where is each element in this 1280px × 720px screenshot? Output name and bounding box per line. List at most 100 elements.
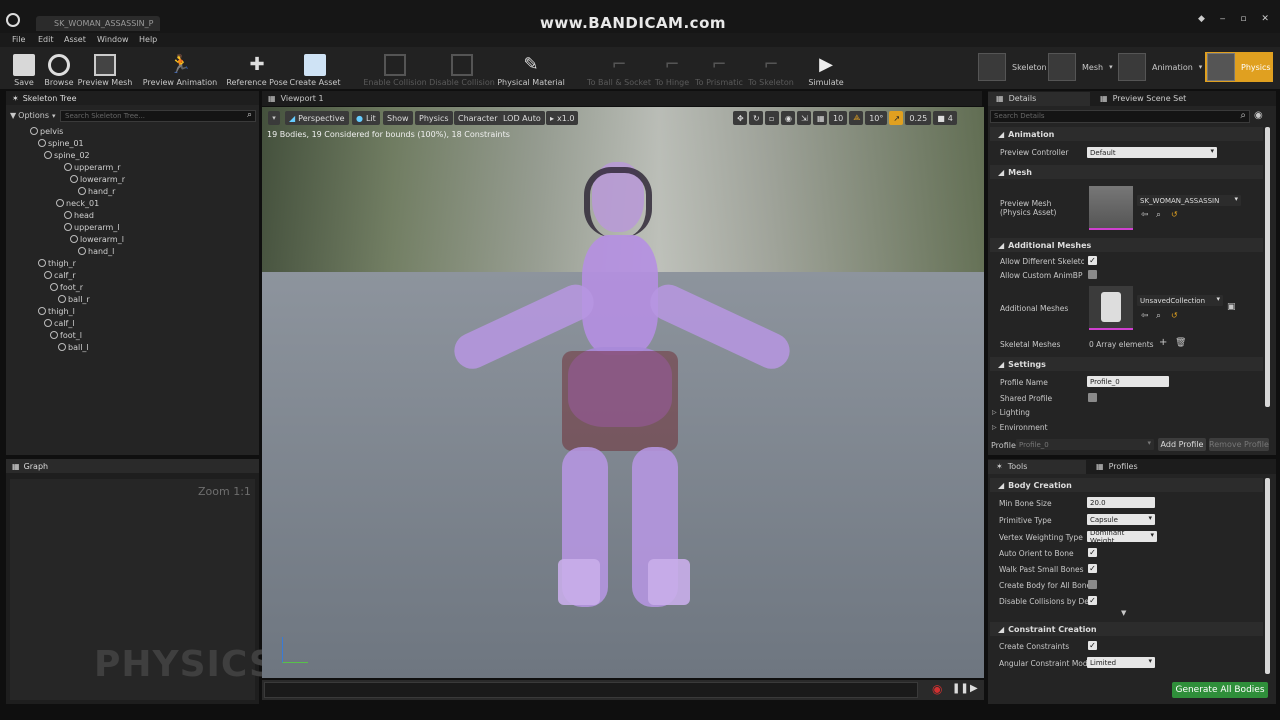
- create-constraints-checkbox[interactable]: ✓: [1088, 641, 1097, 650]
- tree-item[interactable]: head: [64, 211, 94, 220]
- disable-collision-button[interactable]: Disable Collision: [429, 49, 495, 87]
- details-search-input[interactable]: Search Details ⌕: [990, 110, 1250, 123]
- character-button[interactable]: Character: [454, 111, 502, 125]
- generate-all-bodies-button[interactable]: Generate All Bodies: [1172, 682, 1268, 698]
- preview-controller-select[interactable]: Default: [1087, 147, 1217, 158]
- section-body-creation[interactable]: ◢ Body Creation: [990, 478, 1263, 492]
- physical-material-button[interactable]: ✎ Physical Material: [497, 49, 565, 87]
- tree-item[interactable]: thigh_l: [38, 307, 75, 316]
- section-animation[interactable]: ◢ Animation: [990, 127, 1263, 141]
- play-icon[interactable]: ▶: [970, 683, 978, 694]
- surface-snap-icon[interactable]: ⇲: [797, 111, 811, 125]
- physics-button[interactable]: Physics: [415, 111, 453, 125]
- preview-animation-button[interactable]: 🏃 Preview Animation: [143, 49, 217, 87]
- mode-physics[interactable]: Physics: [1205, 52, 1273, 82]
- tree-item[interactable]: hand_l: [78, 247, 114, 256]
- grid-snap-icon[interactable]: ▦: [813, 111, 827, 125]
- primitive-type-select[interactable]: Capsule: [1087, 514, 1155, 525]
- tree-item[interactable]: upperarm_r: [64, 163, 121, 172]
- tree-item[interactable]: thigh_r: [38, 259, 76, 268]
- lighting-row[interactable]: ▷ Lighting: [992, 408, 1030, 417]
- tree-item[interactable]: calf_l: [44, 319, 75, 328]
- browse-asset-icon[interactable]: ⌕: [1156, 210, 1161, 220]
- profile-select[interactable]: Profile_0: [1016, 439, 1154, 450]
- tree-item[interactable]: calf_r: [44, 271, 76, 280]
- environment-row[interactable]: ▷ Environment: [992, 423, 1048, 432]
- tree-item[interactable]: spine_02: [44, 151, 90, 160]
- add-element-icon[interactable]: +: [1159, 337, 1167, 348]
- tab-preview-scene-set[interactable]: ▦ Preview Scene Set: [1092, 91, 1195, 106]
- tree-item[interactable]: upperarm_l: [64, 223, 120, 232]
- preview-mesh-button[interactable]: Preview Mesh: [78, 49, 132, 87]
- walk-past-checkbox[interactable]: ✓: [1088, 564, 1097, 573]
- lod-button[interactable]: LOD Auto: [499, 111, 545, 125]
- angle-snap-icon[interactable]: ⟁: [849, 111, 864, 125]
- menu-help[interactable]: Help: [139, 35, 157, 44]
- tree-item[interactable]: lowerarm_l: [70, 235, 124, 244]
- details-scrollbar[interactable]: [1265, 127, 1270, 407]
- to-skeleton-button[interactable]: ⌐ To Skeleton: [748, 49, 794, 87]
- mode-animation[interactable]: Animation ▾: [1118, 52, 1202, 82]
- reference-pose-button[interactable]: ✚ Reference Pose: [226, 49, 287, 87]
- remove-profile-button[interactable]: Remove Profile: [1209, 438, 1269, 451]
- allow-different-skeletons-checkbox[interactable]: ✓: [1088, 256, 1097, 265]
- show-button[interactable]: Show: [383, 111, 413, 125]
- delete-icon[interactable]: 🗑: [1175, 338, 1186, 348]
- allow-custom-animbp-checkbox[interactable]: [1088, 270, 1097, 279]
- world-icon[interactable]: ◉: [781, 111, 795, 125]
- advanced-expand-icon[interactable]: ▼: [1121, 609, 1126, 617]
- tree-item[interactable]: neck_01: [56, 199, 99, 208]
- use-selected-icon[interactable]: ⇦: [1141, 311, 1149, 321]
- section-mesh[interactable]: ◢ Mesh: [990, 165, 1263, 179]
- menu-asset[interactable]: Asset: [64, 35, 86, 44]
- browse-button[interactable]: Browse: [42, 49, 76, 87]
- menu-file[interactable]: File: [12, 35, 25, 44]
- rotate-icon[interactable]: ↻: [749, 111, 763, 125]
- menu-edit[interactable]: Edit: [38, 35, 54, 44]
- angular-mode-select[interactable]: Limited: [1087, 657, 1155, 668]
- timeline-track[interactable]: [264, 682, 918, 698]
- lit-button[interactable]: ● Lit: [352, 111, 380, 125]
- section-constraint-creation[interactable]: ◢ Constraint Creation: [990, 622, 1263, 636]
- tree-item[interactable]: ball_r: [58, 295, 90, 304]
- scale-size[interactable]: 0.25: [905, 111, 932, 125]
- reset-icon[interactable]: ↺: [1171, 210, 1178, 219]
- skeleton-search-input[interactable]: Search Skeleton Tree... ⌕: [60, 110, 256, 122]
- to-hinge-button[interactable]: ⌐ To Hinge: [654, 49, 690, 87]
- pause-icon[interactable]: ❚❚: [952, 683, 969, 694]
- enable-collision-button[interactable]: Enable Collision: [363, 49, 427, 87]
- tree-item[interactable]: spine_01: [38, 139, 84, 148]
- shared-profile-checkbox[interactable]: [1088, 393, 1097, 402]
- to-prismatic-button[interactable]: ⌐ To Prismatic: [694, 49, 744, 87]
- tree-item[interactable]: foot_l: [50, 331, 82, 340]
- auto-orient-checkbox[interactable]: ✓: [1088, 548, 1097, 557]
- viewport-tab[interactable]: ▦ Viewport 1: [262, 91, 982, 106]
- options-button[interactable]: ▼ Options ▾: [10, 111, 56, 120]
- translate-icon[interactable]: ✥: [733, 111, 747, 125]
- section-additional-meshes[interactable]: ◢ Additional Meshes: [990, 238, 1263, 252]
- record-icon[interactable]: ◉: [932, 682, 942, 696]
- add-profile-button[interactable]: Add Profile: [1158, 438, 1206, 451]
- tab-tools[interactable]: ✶ Tools: [988, 459, 1086, 474]
- tree-item[interactable]: pelvis: [30, 127, 63, 136]
- save-collection-icon[interactable]: ▣: [1227, 302, 1236, 312]
- to-ball-socket-button[interactable]: ⌐ To Ball & Socket: [587, 49, 651, 87]
- tools-scrollbar[interactable]: [1265, 478, 1270, 674]
- browse-asset-icon[interactable]: ⌕: [1156, 311, 1161, 321]
- asset-tab[interactable]: SK_WOMAN_ASSASSIN_P: [36, 16, 160, 31]
- viewport-menu-button[interactable]: ▾: [268, 111, 280, 125]
- section-settings[interactable]: ◢ Settings: [990, 357, 1263, 371]
- menu-window[interactable]: Window: [97, 35, 129, 44]
- simulate-button[interactable]: ▶ Simulate: [806, 49, 846, 87]
- scale-icon[interactable]: ▫: [765, 111, 779, 125]
- tree-item[interactable]: hand_r: [78, 187, 115, 196]
- tab-profiles[interactable]: ▦ Profiles: [1088, 459, 1146, 474]
- vertex-weighting-select[interactable]: Dominant Weight: [1087, 531, 1157, 542]
- tab-details[interactable]: ▦ Details: [988, 91, 1090, 106]
- profile-name-input[interactable]: Profile_0: [1087, 376, 1169, 387]
- mode-skeleton[interactable]: Skeleton: [978, 52, 1047, 82]
- tree-item[interactable]: ball_l: [58, 343, 89, 352]
- min-bone-size-input[interactable]: 20.0: [1087, 497, 1155, 508]
- collection-select[interactable]: UnsavedCollection: [1137, 295, 1223, 306]
- camera-speed[interactable]: ■ 4: [933, 111, 957, 125]
